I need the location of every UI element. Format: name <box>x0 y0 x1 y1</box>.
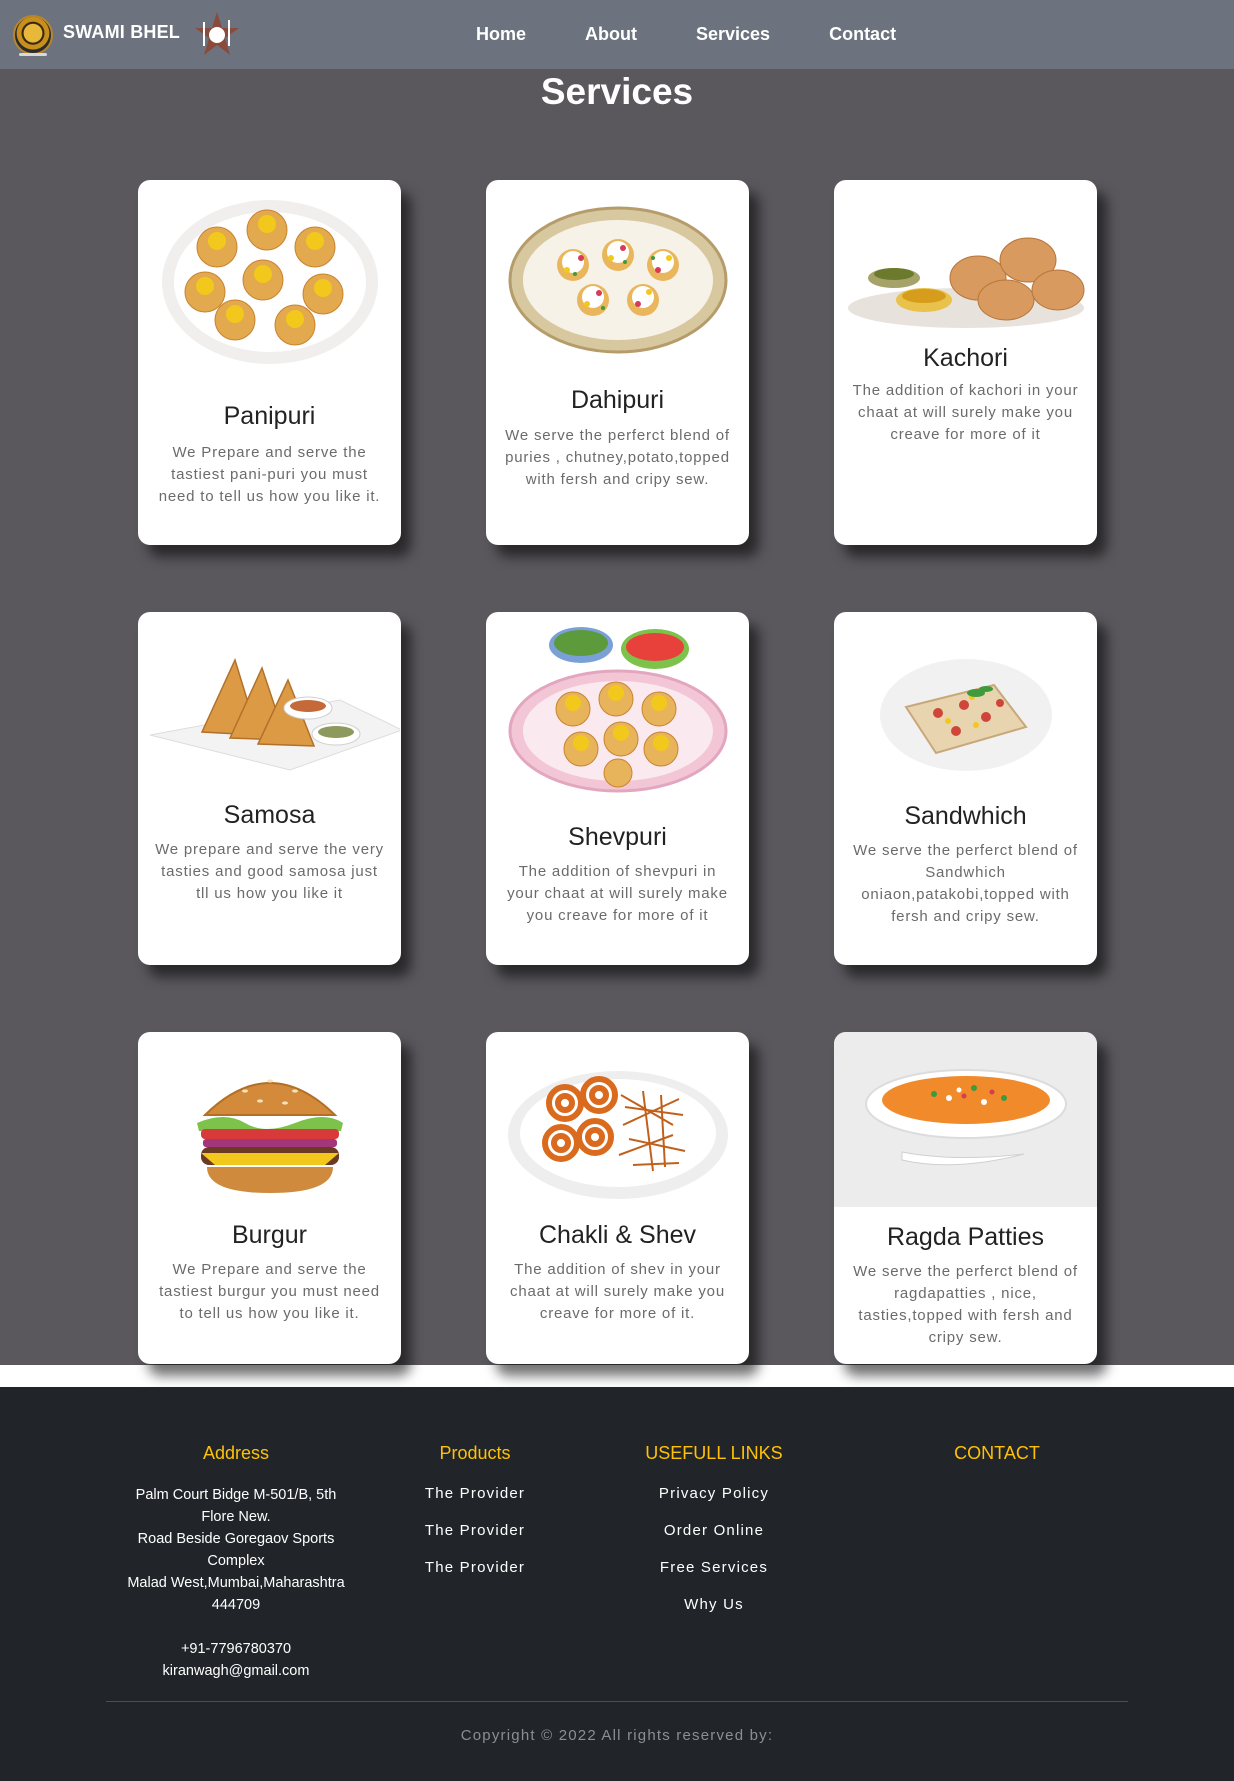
footer-address: Address Palm Court Bidge M-501/B, 5th Fl… <box>116 1443 356 1682</box>
card-text: We prepare and serve the very tasties an… <box>155 841 384 902</box>
footer-contact: CONTACT <box>897 1443 1097 1464</box>
card-title: Samosa <box>223 801 316 829</box>
shevpuri-image <box>486 620 749 795</box>
privacy-policy-link[interactable]: Privacy Policy <box>624 1475 804 1512</box>
footer-divider <box>106 1701 1128 1702</box>
address-heading: Address <box>202 1443 270 1463</box>
footer-useful-links: USEFULL LINKS Privacy Policy Order Onlin… <box>624 1443 804 1623</box>
services-section: Services Panipuri We Prepare and serve t… <box>0 69 1234 1365</box>
service-card-burgur[interactable]: Burgur We Prepare and serve the tastiest… <box>138 1032 401 1364</box>
nav-contact[interactable]: Contact <box>829 24 896 45</box>
card-text: We Prepare and serve the tastiest pani-p… <box>158 444 381 505</box>
brand-name: SWAMI BHEL <box>63 21 180 42</box>
quality-seal-logo <box>13 15 53 56</box>
email-address[interactable]: kiranwagh@gmail.com <box>116 1660 356 1682</box>
burger-image <box>138 1040 401 1215</box>
card-text: We serve the perferct blend of ragdapatt… <box>853 1263 1078 1346</box>
kachori-image <box>834 190 1097 365</box>
copyright-text: Copyright © 2022 All rights reserved by: <box>460 1727 774 1744</box>
service-card-samosa[interactable]: Samosa We prepare and serve the very tas… <box>138 612 401 965</box>
service-card-kachori[interactable]: Kachori The addition of kachori in your … <box>834 180 1097 545</box>
order-online-link[interactable]: Order Online <box>624 1512 804 1549</box>
product-link[interactable]: The Provider <box>395 1549 555 1586</box>
card-text: We Prepare and serve the tastiest burgur… <box>159 1261 380 1322</box>
card-title: Burgur <box>231 1221 308 1249</box>
why-us-link[interactable]: Why Us <box>624 1586 804 1623</box>
card-title: Dahipuri <box>570 386 665 414</box>
navbar: SWAMI BHEL Home About Services Contact <box>0 0 1234 69</box>
address-text: Palm Court Bidge M-501/B, 5th Flore New.… <box>116 1484 356 1682</box>
service-card-chakli-shev[interactable]: Chakli & Shev The addition of shev in yo… <box>486 1032 749 1364</box>
service-card-sandwich[interactable]: Sandwhich We serve the perferct blend of… <box>834 612 1097 965</box>
service-card-panipuri[interactable]: Panipuri We Prepare and serve the tastie… <box>138 180 401 545</box>
service-card-shevpuri[interactable]: Shevpuri The addition of shevpuri in you… <box>486 612 749 965</box>
products-heading: Products <box>439 1443 511 1463</box>
address-line: Malad West,Mumbai,Maharashtra <box>127 1575 345 1591</box>
product-link[interactable]: The Provider <box>395 1512 555 1549</box>
address-line: Palm Court Bidge M-501/B, 5th <box>135 1487 337 1503</box>
dahipuri-image <box>486 192 749 367</box>
address-line: 444709 <box>211 1597 261 1613</box>
samosa-image <box>138 622 401 797</box>
brand[interactable]: SWAMI BHEL <box>13 10 242 60</box>
footer: Address Palm Court Bidge M-501/B, 5th Fl… <box>0 1387 1234 1781</box>
card-title: Panipuri <box>223 402 316 430</box>
card-title: Shevpuri <box>568 823 667 851</box>
contact-heading: CONTACT <box>954 1443 1040 1463</box>
useful-links-heading: USEFULL LINKS <box>645 1443 783 1463</box>
nav-services[interactable]: Services <box>696 24 770 45</box>
main-nav: Home About Services Contact <box>476 0 896 69</box>
card-title: Sandwhich <box>904 802 1027 830</box>
panipuri-image <box>138 192 401 367</box>
services-title: Services <box>540 71 694 112</box>
address-line: Road Beside Goregaov Sports <box>137 1531 335 1547</box>
footer-products: Products The Provider The Provider The P… <box>395 1443 555 1586</box>
nav-home[interactable]: Home <box>476 24 526 45</box>
card-text: We serve the perferct blend of puries , … <box>505 427 730 488</box>
card-title: Kachori <box>923 344 1008 372</box>
card-text: The addition of kachori in your chaat at… <box>852 382 1079 443</box>
card-title: Chakli & Shev <box>538 1221 697 1249</box>
nav-about[interactable]: About <box>585 24 637 45</box>
phone-number[interactable]: +91-7796780370 <box>116 1638 356 1660</box>
ragda-patties-image <box>834 1032 1097 1207</box>
card-title: Ragda Patties <box>886 1223 1045 1251</box>
card-text: The addition of shev in your chaat at wi… <box>510 1261 725 1322</box>
card-text: The addition of shevpuri in your chaat a… <box>507 863 728 924</box>
chakli-shev-image <box>486 1042 749 1217</box>
card-text: We serve the perferct blend of Sandwhich… <box>853 842 1078 925</box>
sandwich-image <box>834 627 1097 802</box>
star-plate-logo <box>192 10 242 60</box>
address-line: Complex <box>207 1553 265 1569</box>
service-card-dahipuri[interactable]: Dahipuri We serve the perferct blend of … <box>486 180 749 545</box>
service-card-ragda-patties[interactable]: Ragda Patties We serve the perferct blen… <box>834 1032 1097 1364</box>
free-services-link[interactable]: Free Services <box>624 1549 804 1586</box>
product-link[interactable]: The Provider <box>395 1475 555 1512</box>
address-line: Flore New. <box>201 1509 271 1525</box>
